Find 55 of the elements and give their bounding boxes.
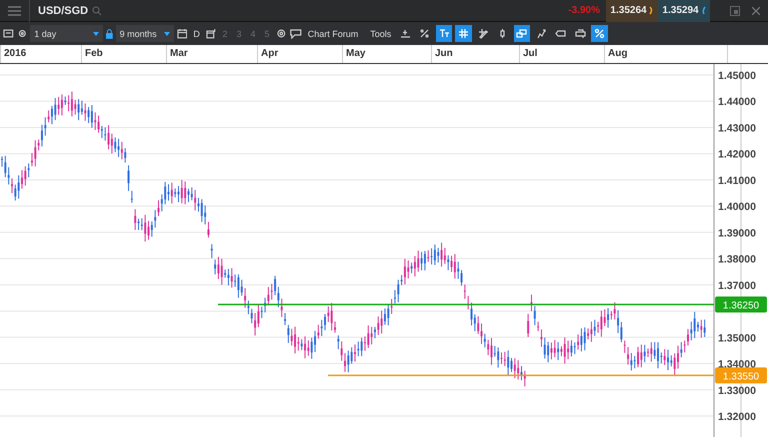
close-icon[interactable] [752, 6, 760, 14]
month-label: Jun [431, 45, 519, 63]
calendar-icon[interactable] [206, 28, 216, 39]
settings-icon[interactable] [276, 28, 286, 39]
menu-icon[interactable] [8, 6, 21, 16]
expand-icon[interactable] [730, 6, 740, 16]
print-icon[interactable] [574, 28, 586, 39]
grid-icon[interactable] [458, 28, 470, 39]
price-tick-label: 1.41000 [718, 174, 756, 187]
settings-icon[interactable] [16, 28, 28, 39]
tools-label: Tools [369, 28, 392, 38]
change-percent: -3.90% [568, 5, 600, 16]
buy-price[interactable]: 1.35294 [658, 0, 710, 22]
month-label: Jul [519, 45, 604, 63]
month-label: May [342, 45, 431, 63]
speech-bubble-icon[interactable] [289, 28, 302, 39]
price-tick-label: 1.35000 [718, 332, 756, 344]
percent-icon[interactable] [419, 28, 430, 39]
caret-icon [164, 32, 170, 36]
pencil-icon[interactable] [478, 28, 489, 39]
price-tick-label: 1.39000 [718, 227, 756, 240]
price-tick-label: 1.32000 [718, 411, 756, 423]
tag-icon[interactable] [555, 28, 566, 39]
month-label: Apr [257, 45, 342, 63]
list-icon[interactable] [3, 28, 14, 39]
calendar-icon[interactable] [176, 28, 188, 39]
caret-icon [92, 32, 99, 36]
figure-icon[interactable] [536, 28, 547, 39]
month-label: Mar [166, 45, 257, 63]
price-tick-label: 1.45000 [718, 70, 756, 82]
price-tick-label: 1.40000 [718, 201, 756, 214]
price-tick-label: 1.43000 [718, 122, 756, 134]
period-dropdown[interactable]: 9 months [116, 25, 174, 42]
month-label: 2016 [0, 45, 81, 63]
tool-button[interactable] [514, 25, 530, 42]
search-icon[interactable] [92, 6, 102, 16]
price-tick-label: 1.38000 [718, 254, 756, 266]
price-tick-label: 1.44000 [718, 96, 756, 108]
lock-icon[interactable] [106, 28, 113, 38]
level-price: 1.33550 [722, 371, 760, 382]
chart-forum-link[interactable]: Chart Forum [304, 28, 362, 38]
price-tick-label: 1.42000 [718, 148, 756, 161]
price-tick-label: 1.37000 [718, 280, 756, 292]
sell-price[interactable]: 1.35264 [606, 0, 658, 22]
percent-settings-icon[interactable] [594, 28, 606, 39]
price-tick-label: 1.34000 [718, 358, 756, 371]
level-price: 1.36250 [722, 300, 760, 312]
symbol-label: USD/SGD [38, 4, 88, 16]
month-label: Aug [604, 45, 727, 63]
month-label: Feb [81, 45, 166, 63]
line-tool-icon[interactable] [400, 28, 411, 39]
price-tick-label: 1.33000 [718, 384, 756, 397]
tool-button[interactable] [436, 25, 452, 42]
day-button[interactable]: D [190, 28, 203, 38]
interval-dropdown[interactable]: 1 day [30, 25, 103, 42]
